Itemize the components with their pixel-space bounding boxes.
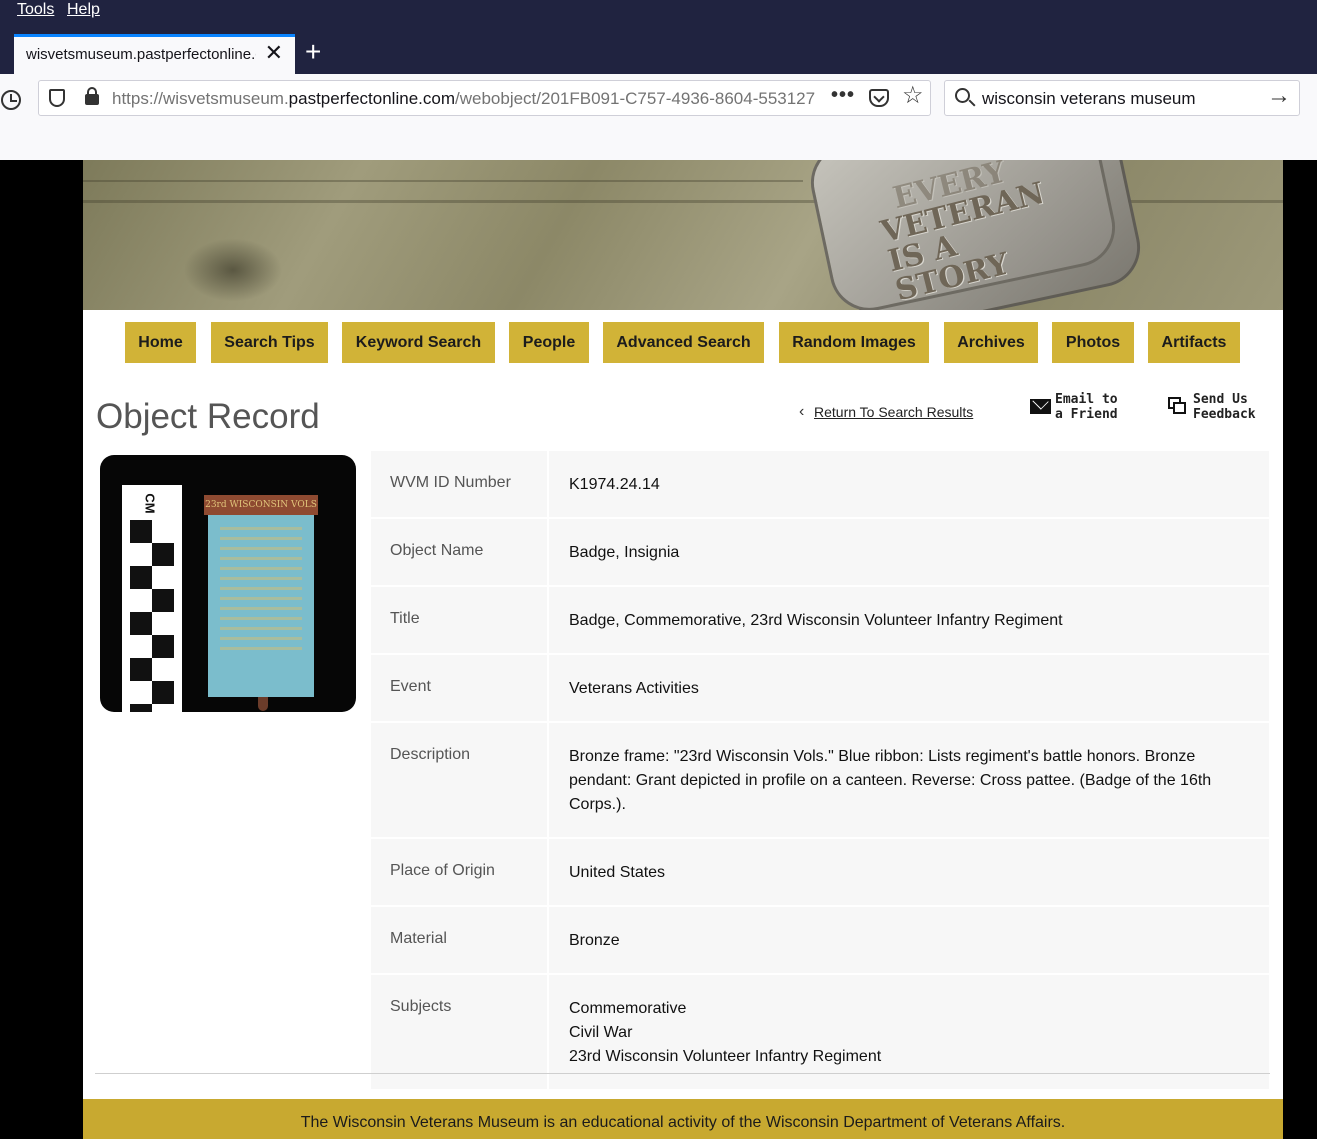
subject-link[interactable]: Civil War	[569, 1021, 1229, 1045]
field-label: Title	[371, 587, 549, 653]
table-row: WVM ID Number K1974.24.14	[371, 451, 1269, 519]
lock-icon[interactable]	[85, 87, 99, 105]
banner-seam	[83, 180, 803, 182]
send-feedback-link[interactable]: Send Us Feedback	[1193, 392, 1256, 422]
nav-keyword-search-button[interactable]: Keyword Search	[342, 322, 495, 363]
field-label: Place of Origin	[371, 839, 549, 905]
field-value: Bronze	[569, 932, 620, 949]
search-bar[interactable]: wisconsin veterans museum →	[944, 80, 1300, 116]
ruler-label: CM	[142, 493, 158, 514]
url-text[interactable]: https://wisvetsmuseum.pastperfectonline.…	[112, 89, 824, 109]
feedback-link-line: Feedback	[1193, 407, 1256, 422]
badge-ribbon	[208, 515, 314, 697]
table-row: Object Name Badge, Insignia	[371, 519, 1269, 587]
nav-archives-button[interactable]: Archives	[944, 322, 1038, 363]
navigation-toolbar: https://wisvetsmuseum.pastperfectonline.…	[0, 74, 1317, 160]
site-navigation: Home Search Tips Keyword Search People A…	[83, 322, 1283, 364]
search-input[interactable]: wisconsin veterans museum	[982, 89, 1196, 109]
table-row: Place of Origin United States	[371, 839, 1269, 907]
table-row: Title Badge, Commemorative, 23rd Wiscons…	[371, 587, 1269, 655]
envelope-icon[interactable]	[1030, 399, 1051, 414]
field-value: K1974.24.14	[569, 476, 660, 493]
subject-link[interactable]: 23rd Wisconsin Volunteer Infantry Regime…	[569, 1045, 1229, 1069]
feedback-link-line: Send Us	[1193, 392, 1248, 407]
nav-search-tips-button[interactable]: Search Tips	[211, 322, 328, 363]
divider	[95, 1073, 1270, 1074]
table-row: Description Bronze frame: "23rd Wisconsi…	[371, 723, 1269, 839]
page-title: Object Record	[96, 397, 320, 436]
page-content: EVERY VETERAN IS A STORY Home Search Tip…	[83, 160, 1283, 1139]
nav-artifacts-button[interactable]: Artifacts	[1148, 322, 1240, 363]
history-icon[interactable]	[1, 90, 21, 110]
field-value: Veterans Activities	[569, 680, 699, 697]
bookmark-star-icon[interactable]: ☆	[902, 84, 924, 108]
email-to-friend-link[interactable]: Email to a Friend	[1055, 392, 1118, 422]
page-actions-more-icon[interactable]: •••	[831, 84, 855, 107]
url-path: /webobject/201FB091-C757-4936-8604-55312…	[455, 89, 816, 108]
new-tab-button[interactable]: +	[305, 38, 321, 66]
url-prefix: https://wisvetsmuseum.	[112, 89, 289, 108]
header-banner-image: EVERY VETERAN IS A STORY	[83, 160, 1283, 310]
nav-people-button[interactable]: People	[509, 322, 589, 363]
field-value: Badge, Commemorative, 23rd Wisconsin Vol…	[569, 612, 1063, 629]
field-label: Event	[371, 655, 549, 721]
url-bar[interactable]: https://wisvetsmuseum.pastperfectonline.…	[38, 80, 931, 116]
field-value: United States	[569, 864, 666, 881]
tab-title: wisvetsmuseum.pastperfectonline.com	[26, 46, 256, 63]
menu-bar: Tools Help	[0, 0, 1317, 22]
site-footer: The Wisconsin Veterans Museum is an educ…	[83, 1099, 1283, 1139]
close-tab-icon[interactable]: ✕	[265, 42, 283, 64]
field-label: WVM ID Number	[371, 451, 549, 517]
field-label: Subjects	[371, 975, 549, 1089]
nav-photos-button[interactable]: Photos	[1052, 322, 1134, 363]
search-icon	[955, 88, 970, 103]
field-value: Commemorative Civil War 23rd Wisconsin V…	[551, 975, 1269, 1089]
return-to-search-results-link[interactable]: Return To Search Results	[814, 404, 973, 420]
badge-pendant	[258, 697, 268, 711]
object-record-table: WVM ID Number K1974.24.14 Object Name Ba…	[371, 451, 1269, 1091]
table-row: Event Veterans Activities	[371, 655, 1269, 723]
field-value: Bronze frame: "23rd Wisconsin Vols." Blu…	[569, 748, 1212, 813]
cm-scale-ruler	[122, 485, 182, 712]
object-image[interactable]: CM 23rd WISCONSIN VOLS	[100, 455, 356, 712]
chevron-left-icon: ‹	[799, 403, 805, 420]
nav-advanced-search-button[interactable]: Advanced Search	[603, 322, 764, 363]
tab-strip: wisvetsmuseum.pastperfectonline.com ✕ +	[0, 22, 1317, 74]
field-label: Object Name	[371, 519, 549, 585]
field-label: Material	[371, 907, 549, 973]
menu-tools[interactable]: Tools	[17, 1, 54, 19]
field-value: Badge, Insignia	[569, 544, 680, 561]
table-row: Material Bronze	[371, 907, 1269, 975]
nav-home-button[interactable]: Home	[125, 322, 196, 363]
tracking-protection-shield-icon[interactable]	[49, 89, 65, 107]
active-tab[interactable]: wisvetsmuseum.pastperfectonline.com ✕	[14, 34, 295, 74]
url-domain: pastperfectonline.com	[288, 89, 455, 108]
menu-help[interactable]: Help	[67, 1, 100, 19]
feedback-icon[interactable]	[1168, 397, 1186, 415]
email-link-line: Email to	[1055, 392, 1118, 407]
pocket-icon[interactable]	[869, 89, 889, 107]
email-link-line: a Friend	[1055, 407, 1118, 422]
subject-link[interactable]: Commemorative	[569, 997, 1229, 1021]
nav-random-images-button[interactable]: Random Images	[779, 322, 929, 363]
badge-bar: 23rd WISCONSIN VOLS	[204, 495, 318, 515]
search-go-arrow-icon[interactable]: →	[1267, 84, 1291, 108]
field-label: Description	[371, 723, 549, 837]
